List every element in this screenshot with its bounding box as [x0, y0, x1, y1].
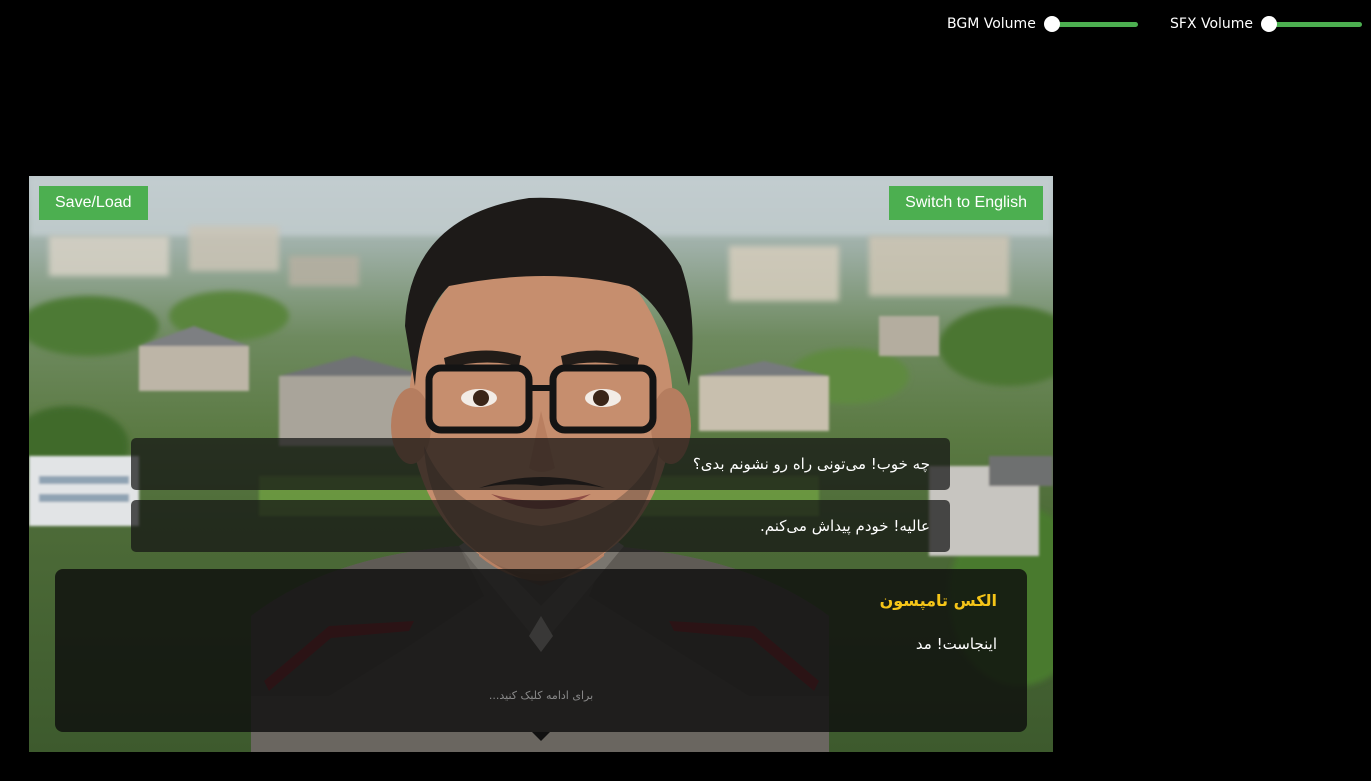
save-load-button[interactable]: Save/Load: [39, 186, 148, 220]
choice-option-1[interactable]: چه خوب! می‌تونی راه رو نشونم بدی؟: [131, 438, 950, 490]
dialog-text: اینجاست! مد: [915, 635, 997, 653]
sfx-volume-track: [1263, 22, 1363, 27]
switch-language-button[interactable]: Switch to English: [889, 186, 1043, 220]
bgm-volume-label: BGM Volume: [947, 16, 1036, 32]
bgm-volume-slider[interactable]: [1043, 13, 1138, 35]
choice-option-2[interactable]: عالیه! خودم پیداش می‌کنم.: [131, 500, 950, 552]
dialog-box[interactable]: الکس تامپسون اینجاست! مد برای ادامه کلیک…: [55, 569, 1027, 732]
game-stage[interactable]: Save/Load Switch to English چه خوب! می‌ت…: [29, 176, 1053, 752]
continue-caret-icon: [532, 732, 550, 741]
sfx-volume-slider[interactable]: [1261, 13, 1363, 35]
continue-hint: برای ادامه کلیک کنید...: [488, 689, 594, 702]
sfx-volume-label: SFX Volume: [1170, 16, 1254, 32]
sfx-volume-control: SFX Volume: [1170, 13, 1363, 35]
top-audio-bar: BGM Volume SFX Volume: [0, 0, 1371, 48]
speaker-name: الکس تامپسون: [879, 591, 997, 610]
bgm-volume-control: BGM Volume: [947, 13, 1138, 35]
sfx-volume-thumb[interactable]: [1261, 16, 1278, 32]
bgm-volume-thumb[interactable]: [1043, 16, 1060, 32]
